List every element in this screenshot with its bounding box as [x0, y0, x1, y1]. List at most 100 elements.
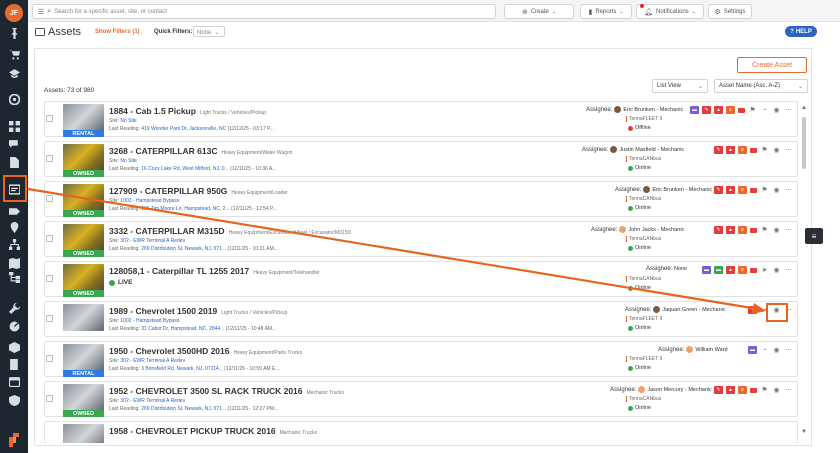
- warning-icon[interactable]: ▲: [726, 186, 735, 194]
- tool-icon[interactable]: ✎: [714, 226, 723, 234]
- gauge-icon[interactable]: ◔: [760, 106, 769, 114]
- create-asset-button[interactable]: Create Asset: [737, 57, 807, 73]
- message-icon[interactable]: ▬: [690, 106, 699, 114]
- help-button[interactable]: ? HELP: [785, 26, 817, 37]
- asset-row[interactable]: RENTAL 1950 - Chevrolet 3500HD 2016 Heavy…: [44, 341, 798, 377]
- tool-icon[interactable]: ✎: [714, 386, 723, 394]
- create-button[interactable]: ⊕ Create ⌄: [504, 4, 574, 19]
- tool-icon[interactable]: ✎: [702, 106, 711, 114]
- flag-icon[interactable]: ⚑: [760, 226, 769, 234]
- site-link[interactable]: 302 - EWR Terminal A Redev: [120, 358, 185, 364]
- row-checkbox[interactable]: [46, 355, 53, 362]
- scroll-up-icon[interactable]: ▲: [801, 105, 807, 111]
- asset-row[interactable]: RENTAL 1884 - Cab 1.5 Pickup Light Trucks…: [44, 101, 798, 137]
- checklist-icon[interactable]: ≡: [726, 106, 735, 114]
- assignee-name[interactable]: Justin Maxfield - Mechanic: [619, 147, 684, 153]
- asset-row[interactable]: 1989 - Chevrolet 1500 2019 Light Trucks /…: [44, 301, 798, 337]
- more-icon[interactable]: ⋯: [784, 266, 793, 274]
- assignee-name[interactable]: None: [674, 266, 687, 272]
- flag-icon[interactable]: ⚑: [760, 146, 769, 154]
- reading-link[interactable]: 31 Cabot Dr, Hampstead, NC, 2844...: [141, 326, 224, 332]
- more-icon[interactable]: ⋯: [784, 146, 793, 154]
- assignee-name[interactable]: Jason Mercury - Mechanic: [647, 387, 712, 393]
- reading-link[interactable]: 419 Wonder Park Dr, Jacksonville, NC: [141, 126, 226, 132]
- eye-icon[interactable]: ◉: [772, 146, 781, 154]
- notifications-button[interactable]: 🔔︎ Notifications ⌄: [636, 4, 704, 19]
- asset-name[interactable]: 3268 - CATERPILLAR 613C: [109, 146, 217, 156]
- eye-icon[interactable]: ◉: [772, 386, 781, 394]
- asset-thumbnail[interactable]: [63, 224, 104, 251]
- settings-button[interactable]: ⚙ Settings: [708, 4, 752, 19]
- asset-thumbnail[interactable]: [63, 304, 104, 331]
- row-checkbox[interactable]: [46, 235, 53, 242]
- user-avatar[interactable]: JF: [5, 4, 23, 22]
- asset-name[interactable]: 1952 - CHEVROLET 3500 SL RACK TRUCK 2016: [109, 386, 303, 396]
- asset-row[interactable]: OWNED 127909 - CATERPILLAR 950G Heavy Equ…: [44, 181, 798, 217]
- wrench-icon[interactable]: [6, 301, 22, 315]
- tag-icon[interactable]: [750, 147, 757, 153]
- more-icon[interactable]: ⋯: [784, 346, 793, 354]
- hierarchy-icon[interactable]: [6, 270, 22, 284]
- tag-icon[interactable]: [6, 204, 22, 218]
- asset-row[interactable]: OWNED 3332 - CATERPILLAR M315D Heavy Equi…: [44, 221, 798, 257]
- row-checkbox[interactable]: [46, 395, 53, 402]
- asset-row[interactable]: OWNED 3268 - CATERPILLAR 613C Heavy Equip…: [44, 141, 798, 177]
- asset-name[interactable]: 1950 - Chevrolet 3500HD 2016: [109, 346, 230, 356]
- document-icon[interactable]: [6, 155, 22, 169]
- checklist-icon[interactable]: ≡: [738, 186, 747, 194]
- tag-icon[interactable]: [750, 267, 757, 273]
- message-icon[interactable]: ▬: [748, 346, 757, 354]
- message-icon[interactable]: ▬: [702, 266, 711, 274]
- reading-link[interactable]: 269 Distribution St, Newark, NJ, 071...: [141, 246, 226, 252]
- flag-icon[interactable]: ⚑: [760, 386, 769, 394]
- eye-icon[interactable]: ◉: [772, 106, 781, 114]
- more-icon[interactable]: ⋯: [784, 386, 793, 394]
- truck-icon[interactable]: ▬: [714, 266, 723, 274]
- location-pin-icon[interactable]: [6, 220, 22, 234]
- tool-icon[interactable]: ✎: [714, 186, 723, 194]
- reports-button[interactable]: ▮ Reports ⌄: [580, 4, 632, 19]
- filter-panel-toggle[interactable]: ≡: [805, 228, 823, 244]
- calendar-icon[interactable]: [6, 374, 22, 388]
- more-icon[interactable]: ⋯: [784, 226, 793, 234]
- warning-icon[interactable]: ▲: [726, 386, 735, 394]
- asset-row[interactable]: OWNED 1952 - CHEVROLET 3500 SL RACK TRUC…: [44, 381, 798, 417]
- shield-check-icon[interactable]: [6, 393, 22, 407]
- show-filters-link[interactable]: Show Filters (1): [95, 29, 140, 35]
- row-checkbox[interactable]: [46, 155, 53, 162]
- checklist-icon[interactable]: ≡: [738, 386, 747, 394]
- asset-name[interactable]: 1958 - CHEVROLET PICKUP TRUCK 2016: [109, 426, 276, 436]
- quick-filters-select[interactable]: None ⌄: [193, 26, 225, 37]
- tag-icon[interactable]: [738, 107, 745, 113]
- scroll-down-icon[interactable]: ▼: [801, 429, 807, 435]
- tag-icon[interactable]: [750, 387, 757, 393]
- assignee-name[interactable]: John Jacks - Mechanic: [628, 227, 684, 233]
- site-link[interactable]: No Site: [120, 118, 136, 124]
- checklist-icon[interactable]: ≡: [738, 226, 747, 234]
- chat-icon[interactable]: [6, 137, 22, 151]
- asset-thumbnail[interactable]: [63, 184, 104, 211]
- eye-icon[interactable]: ◉: [772, 346, 781, 354]
- reading-link[interactable]: 3 Brinsfield Rd, Newark, NJ, 07114...: [141, 366, 223, 372]
- reading-link[interactable]: 269 Distribution St, Newark, NJ, 071...: [141, 406, 226, 412]
- more-icon[interactable]: ⋯: [784, 106, 793, 114]
- gauge-icon[interactable]: ◔: [760, 346, 769, 354]
- asset-name[interactable]: 128058,1 - Caterpillar TL 1255 2017: [109, 266, 249, 276]
- view-select[interactable]: List View ⌄: [652, 79, 708, 93]
- scrollbar[interactable]: ▲ ▼: [801, 105, 807, 443]
- map-icon[interactable]: [6, 256, 22, 270]
- assignee-name[interactable]: William Ward: [695, 347, 727, 353]
- book-icon[interactable]: [6, 357, 22, 371]
- asset-thumbnail[interactable]: [63, 344, 104, 371]
- site-link[interactable]: 1003 - Hampstead Bypass: [120, 198, 179, 204]
- cart-icon[interactable]: [6, 47, 22, 61]
- assignee-name[interactable]: Eric Brunken - Mechanic: [652, 187, 712, 193]
- menu-icon[interactable]: ☰: [38, 8, 44, 16]
- site-link[interactable]: No Site: [120, 158, 136, 164]
- warning-icon[interactable]: ▲: [726, 266, 735, 274]
- row-checkbox[interactable]: [46, 195, 53, 202]
- row-checkbox[interactable]: [46, 275, 53, 282]
- row-checkbox[interactable]: [46, 115, 53, 122]
- assignee-name[interactable]: Jaquan Green - Mechanic: [662, 307, 725, 313]
- asset-thumbnail[interactable]: [63, 104, 104, 131]
